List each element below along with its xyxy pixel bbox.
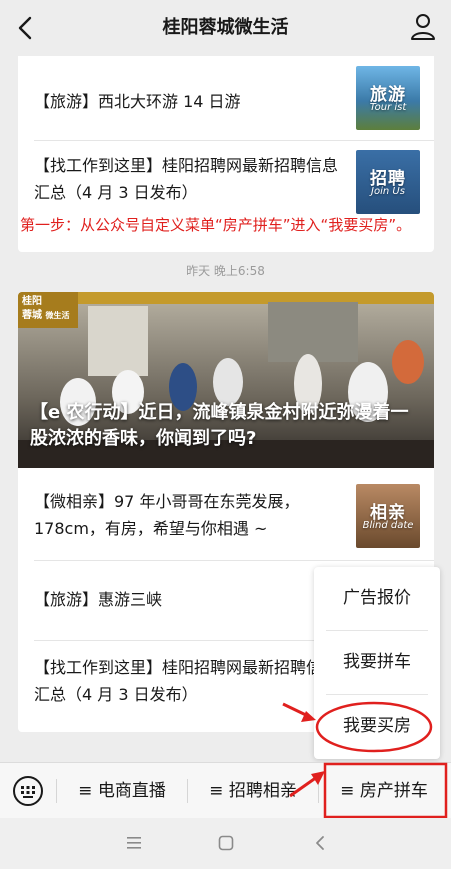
message-timestamp: 昨天 晚上6:58 <box>186 264 265 278</box>
tab-ecommerce-live[interactable]: ≡ 电商直播 <box>57 763 187 819</box>
article-title: 【微相亲】97 年小哥哥在东莞发展，178cm，有房，希望与你相遇 ~ <box>34 492 300 538</box>
back-icon[interactable] <box>314 835 326 851</box>
divider <box>34 140 434 141</box>
user-profile-icon[interactable] <box>409 12 437 42</box>
menu-item-buy-house[interactable]: 我要买房 <box>314 695 440 758</box>
article-title: 【旅游】西北大环游 14 日游 <box>34 92 241 111</box>
list-item[interactable]: 【旅游】西北大环游 14 日游 旅游 Tour ist <box>34 66 420 140</box>
tab-property-carpool[interactable]: ≡ 房产拼车 <box>319 763 449 819</box>
menu-item-carpool[interactable]: 我要拼车 <box>314 631 440 694</box>
system-nav-bar <box>0 818 451 869</box>
feature-article-title: 【e 农行动】近日，流峰镇泉金村附近弥漫着一股浓浓的香味，你闻到了吗? <box>30 402 409 449</box>
feature-cover-image[interactable]: 桂阳 蓉城 微生活 【e 农行动】近日，流峰镇泉金村附近弥漫着一股浓浓的香味，你… <box>18 292 434 468</box>
article-thumbnail: 旅游 Tour ist <box>356 66 420 130</box>
instruction-annotation: 第一步：从公众号自定义菜单“房产拼车”进入“我要买房”。 <box>20 216 412 234</box>
keyboard-icon[interactable] <box>12 775 44 807</box>
menu-item-ad-pricing[interactable]: 广告报价 <box>314 567 440 630</box>
menu-icon[interactable] <box>126 836 142 850</box>
list-item[interactable]: 【微相亲】97 年小哥哥在东莞发展，178cm，有房，希望与你相遇 ~ 相亲 B… <box>34 478 420 552</box>
custom-menu-bar: ≡ 电商直播 ≡ 招聘相亲 ≡ 房产拼车 <box>0 762 451 818</box>
article-title: 【找工作到这里】桂阳招聘网最新招聘信息汇总（4 月 3 日发布） <box>34 658 339 704</box>
brand-badge: 桂阳 蓉城 微生活 <box>18 292 78 328</box>
home-icon[interactable] <box>218 835 234 851</box>
tab-jobs-dating[interactable]: ≡ 招聘相亲 <box>188 763 318 819</box>
page-title: 桂阳蓉城微生活 <box>162 17 289 38</box>
article-thumbnail: 招聘 Join Us <box>356 150 420 214</box>
divider <box>34 560 434 561</box>
submenu-popup: 广告报价 我要拼车 我要买房 <box>314 567 440 759</box>
article-thumbnail: 相亲 Blind date <box>356 484 420 548</box>
article-title: 【找工作到这里】桂阳招聘网最新招聘信息汇总（4 月 3 日发布） <box>34 156 339 202</box>
article-title: 【旅游】惠游三峡 <box>34 590 163 609</box>
top-bar: 桂阳蓉城微生活 <box>0 0 451 56</box>
